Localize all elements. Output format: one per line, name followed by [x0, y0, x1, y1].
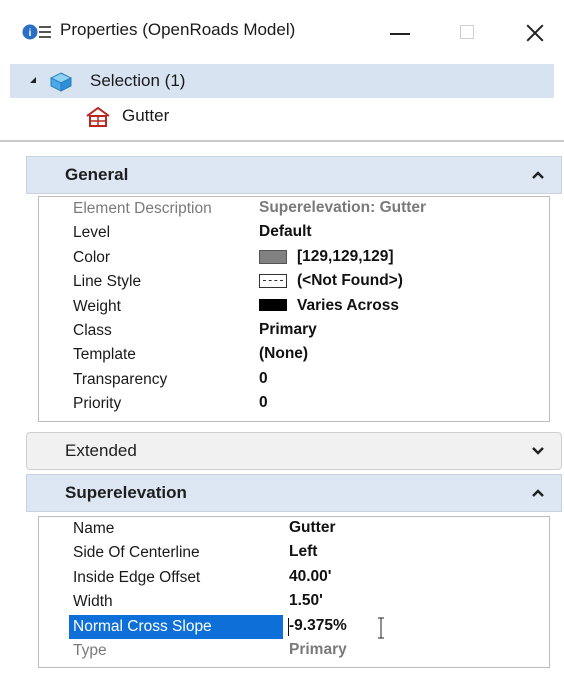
property-name: Weight — [73, 297, 121, 315]
property-name: Type — [73, 641, 107, 659]
property-name: Width — [73, 593, 113, 611]
property-name: Class — [73, 321, 112, 339]
property-value: Left — [289, 543, 318, 561]
property-row[interactable]: Weight Varies Across — [39, 295, 549, 319]
property-row[interactable]: Inside Edge Offset 40.00' — [39, 566, 549, 590]
property-row[interactable]: Color [129,129,129] — [39, 246, 549, 270]
gutter-element-icon — [86, 106, 110, 127]
section-header-superelevation[interactable]: Superelevation — [26, 474, 562, 512]
tree-item-gutter[interactable]: Gutter — [122, 106, 169, 126]
property-row[interactable]: Width 1.50' — [39, 590, 549, 614]
tree-item-selection[interactable]: Selection (1) — [10, 64, 554, 98]
property-row[interactable]: Name Gutter — [39, 517, 549, 541]
section-header-general[interactable]: General — [26, 156, 562, 194]
property-row[interactable]: Line Style (<Not Found>) — [39, 270, 549, 294]
property-name: Level — [73, 224, 111, 242]
color-swatch-icon — [259, 249, 287, 264]
property-row[interactable]: Side Of Centerline Left — [39, 541, 549, 565]
close-button[interactable] — [516, 14, 556, 50]
cross-slope-input-value[interactable]: -9.375% — [289, 617, 347, 635]
property-name: Inside Edge Offset — [73, 568, 201, 586]
property-row[interactable]: Type Primary — [39, 639, 549, 663]
property-name-selected: Normal Cross Slope — [69, 614, 283, 639]
property-name: Element Description — [73, 200, 212, 217]
property-row[interactable]: Class Primary — [39, 319, 549, 343]
maximize-button[interactable] — [446, 14, 486, 50]
property-name: Transparency — [73, 370, 168, 388]
property-name: Priority — [73, 395, 122, 413]
property-row[interactable]: Level Default — [39, 221, 549, 245]
minimize-button[interactable] — [380, 14, 420, 50]
color-value-text: [129,129,129] — [297, 247, 394, 265]
property-value: 40.00' — [289, 567, 332, 585]
expand-arrow-icon[interactable] — [30, 77, 36, 83]
property-row[interactable]: Element Description Superelevation: Gutt… — [39, 197, 549, 221]
property-value: 0 — [259, 394, 268, 412]
section-title-general: General — [65, 165, 129, 184]
chevron-down-icon[interactable] — [531, 445, 545, 457]
property-value: 0 — [259, 369, 268, 387]
line-style-value-text: (<Not Found>) — [297, 272, 403, 290]
window-title: Properties (OpenRoads Model) — [60, 20, 296, 39]
property-row[interactable]: Transparency 0 — [39, 368, 549, 392]
section-header-extended[interactable]: Extended — [26, 432, 562, 470]
properties-panel: General Element Description Superelevati… — [0, 142, 564, 680]
property-value: Superelevation: Gutter — [259, 199, 427, 216]
selection-tree: Selection (1) Gutter — [10, 62, 564, 140]
superelevation-properties-grid: Name Gutter Side Of Centerline Left Insi… — [38, 516, 550, 668]
line-style-swatch-icon — [259, 274, 287, 289]
tree-selection-label: Selection (1) — [90, 71, 186, 90]
property-name: Name — [73, 520, 115, 537]
property-name: Side Of Centerline — [73, 544, 200, 562]
text-cursor-icon — [378, 617, 384, 639]
property-row[interactable]: Template (None) — [39, 343, 549, 367]
properties-app-icon: i — [22, 24, 51, 40]
property-value: Primary — [289, 640, 347, 658]
property-value: Primary — [259, 320, 317, 338]
selection-cube-icon — [50, 72, 72, 92]
text-caret — [288, 617, 289, 636]
section-title-extended: Extended — [65, 441, 137, 460]
property-value: (None) — [259, 345, 309, 363]
property-name: Color — [73, 248, 111, 266]
property-value-weight: Varies Across — [259, 297, 399, 315]
property-row-selected[interactable]: Normal Cross Slope -9.375% — [39, 614, 549, 639]
weight-value-text: Varies Across — [297, 296, 399, 314]
property-row[interactable]: Priority 0 — [39, 392, 549, 416]
chevron-up-icon[interactable] — [531, 169, 545, 181]
section-title-superelevation: Superelevation — [65, 483, 187, 502]
property-name: Line Style — [73, 273, 142, 291]
property-value: Gutter — [289, 519, 336, 536]
property-value-linestyle: (<Not Found>) — [259, 272, 403, 290]
property-value: Default — [259, 223, 312, 241]
general-properties-grid: Element Description Superelevation: Gutt… — [38, 196, 550, 422]
property-name: Template — [73, 346, 136, 364]
property-value: 1.50' — [289, 592, 323, 610]
chevron-up-icon[interactable] — [531, 487, 545, 499]
title-bar: i Properties (OpenRoads Model) — [0, 0, 564, 62]
weight-swatch-icon — [259, 299, 287, 312]
property-value-color: [129,129,129] — [259, 248, 394, 266]
svg-text:i: i — [29, 28, 32, 39]
